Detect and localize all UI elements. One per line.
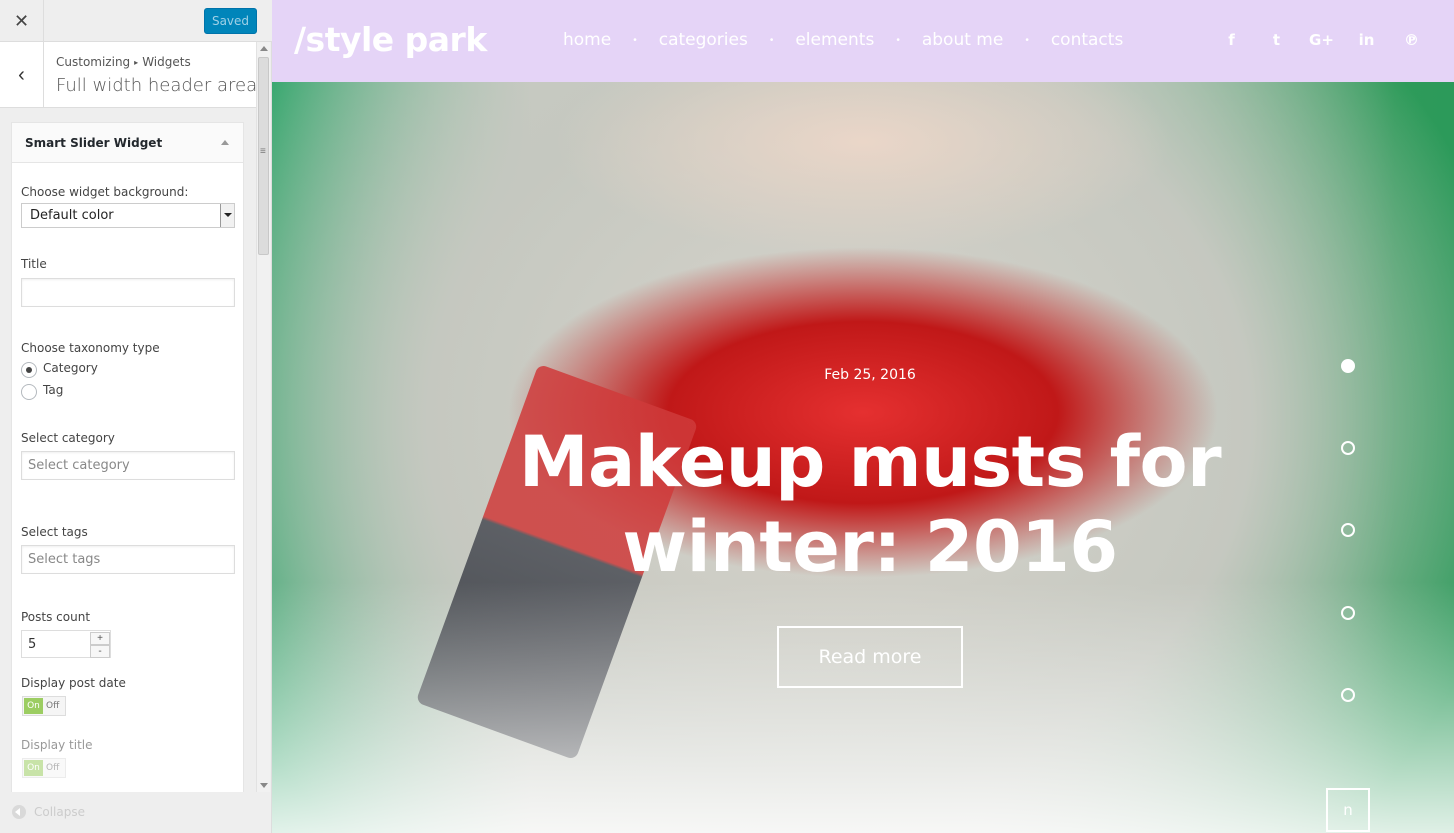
nav-separator: •	[769, 34, 774, 46]
nav-about-me[interactable]: about me	[922, 30, 1003, 50]
nav-categories[interactable]: categories	[659, 30, 748, 50]
toggle-on-label: On	[24, 760, 43, 776]
tags-label: Select tags	[21, 525, 88, 539]
collapse-button[interactable]: Collapse	[12, 805, 85, 819]
background-select-value: Default color	[30, 208, 114, 223]
radio-category-label: Category	[43, 361, 98, 375]
radio-category[interactable]	[21, 362, 37, 378]
collapse-arrow-icon[interactable]	[221, 140, 229, 145]
nav-elements[interactable]: elements	[795, 30, 874, 50]
breadcrumb-customizing: Customizing	[56, 55, 131, 69]
widget-name: Smart Slider Widget	[25, 136, 163, 150]
stepper-down-button[interactable]: -	[90, 645, 110, 658]
toggle-off-label: Off	[46, 763, 60, 773]
breadcrumb-widgets: Widgets	[142, 55, 191, 69]
google-plus-icon[interactable]: G+	[1299, 31, 1344, 49]
nav-separator: •	[1025, 34, 1029, 46]
widget-header[interactable]: Smart Slider Widget	[12, 123, 243, 163]
customizer-top-bar: ✕ Saved	[0, 0, 272, 42]
twitter-icon[interactable]: t	[1254, 31, 1299, 49]
collapse-label: Collapse	[34, 805, 85, 819]
toggle-off-label: Off	[46, 701, 60, 711]
scrollbar-thumb[interactable]	[258, 57, 269, 255]
customizer-sidebar: ✕ Saved ‹ Customizing ▸ Widgets Full width…	[0, 0, 272, 833]
slide-title-line2: winter: 2016	[622, 506, 1118, 588]
back-icon[interactable]: ‹	[0, 42, 44, 108]
section-title: Full width header area	[56, 75, 256, 96]
slide-pager-dot-1[interactable]	[1341, 359, 1355, 373]
display-title-toggle[interactable]: On Off	[22, 758, 66, 778]
smart-slider-widget: Smart Slider Widget Choose widget backgr…	[11, 122, 244, 792]
display-date-toggle[interactable]: On Off	[22, 696, 66, 716]
category-label: Select category	[21, 431, 115, 445]
title-label: Title	[21, 257, 47, 271]
section-header: ‹ Customizing ▸ Widgets Full width header …	[0, 42, 256, 108]
nav-home[interactable]: home	[563, 30, 611, 50]
close-icon[interactable]: ✕	[0, 0, 44, 42]
radio-tag-label: Tag	[43, 383, 64, 397]
category-select[interactable]: Select category	[21, 451, 235, 480]
site-logo[interactable]: /style park	[294, 20, 487, 59]
taxonomy-label: Choose taxonomy type	[21, 341, 160, 355]
slide-pager-dot-4[interactable]	[1341, 606, 1355, 620]
pinterest-icon[interactable]: ℗	[1389, 31, 1434, 49]
saved-button[interactable]: Saved	[204, 8, 257, 34]
posts-count-label: Posts count	[21, 610, 91, 624]
slide-pager-dot-2[interactable]	[1341, 441, 1355, 455]
corner-nav-button[interactable]: n	[1326, 788, 1370, 832]
facebook-icon[interactable]: f	[1209, 31, 1254, 49]
social-links: f t G+ in ℗	[1209, 31, 1434, 49]
breadcrumb-separator-icon: ▸	[134, 58, 139, 67]
slide-date: Feb 25, 2016	[824, 367, 916, 383]
hero-fade-overlay	[272, 582, 1454, 833]
display-title-label: Display title	[21, 738, 93, 752]
scroll-down-icon[interactable]	[260, 783, 268, 788]
panel-scrollbar[interactable]	[256, 42, 270, 792]
nav-contacts[interactable]: contacts	[1051, 30, 1123, 50]
stepper-up-button[interactable]: +	[90, 632, 110, 645]
customizer-panel: ‹ Customizing ▸ Widgets Full width header …	[0, 42, 256, 792]
background-select[interactable]: Default color	[21, 203, 235, 228]
read-more-button[interactable]: Read more	[777, 626, 963, 688]
site-preview: /style park home • categories • elements…	[272, 0, 1454, 833]
background-label: Choose widget background:	[21, 185, 189, 199]
nav-separator: •	[896, 34, 900, 46]
main-nav: home • categories • elements • about me …	[563, 30, 1123, 50]
scroll-up-icon[interactable]	[260, 46, 268, 51]
slide-pager-dot-5[interactable]	[1341, 688, 1355, 702]
slide-pager-dot-3[interactable]	[1341, 523, 1355, 537]
slide-title: Makeup musts for winter: 2016	[272, 420, 1454, 590]
radio-tag[interactable]	[21, 384, 37, 400]
chevron-down-icon[interactable]	[220, 204, 234, 227]
tags-select[interactable]: Select tags	[21, 545, 235, 574]
nav-separator: •	[633, 34, 637, 46]
title-input[interactable]	[21, 278, 235, 307]
slide-title-line1: Makeup musts for	[518, 421, 1222, 503]
breadcrumb: Customizing ▸ Widgets	[56, 55, 191, 69]
display-date-label: Display post date	[21, 676, 126, 690]
linkedin-icon[interactable]: in	[1344, 31, 1389, 49]
site-header: /style park home • categories • elements…	[272, 0, 1454, 82]
hero-slider: Feb 25, 2016 Makeup musts for winter: 20…	[272, 82, 1454, 833]
collapse-icon	[12, 805, 26, 819]
posts-count-stepper: + -	[90, 632, 110, 658]
toggle-on-label: On	[24, 698, 43, 714]
